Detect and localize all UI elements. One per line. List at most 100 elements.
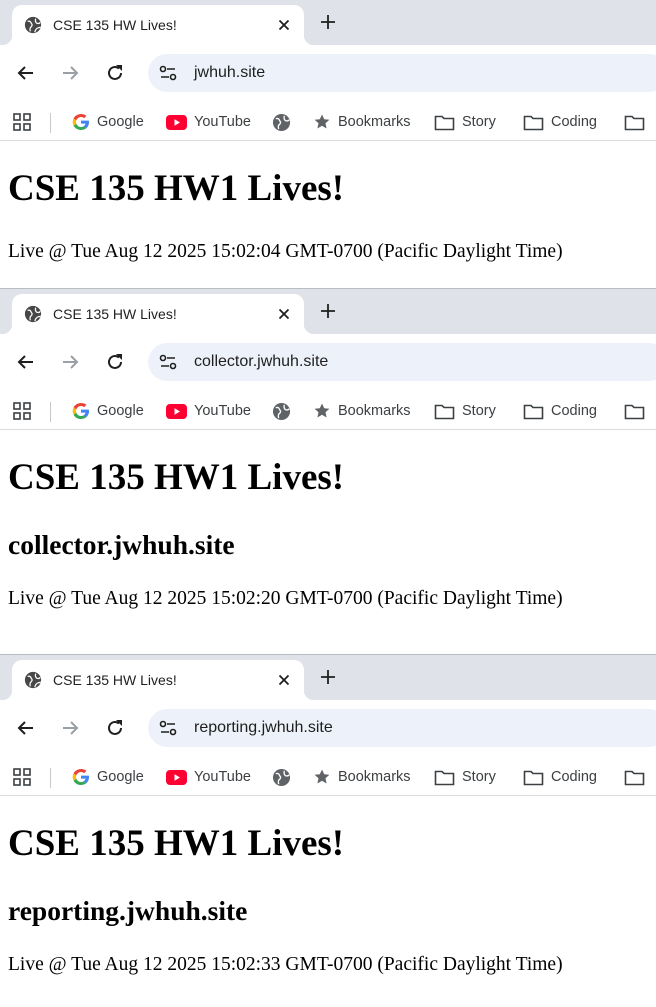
- address-bar[interactable]: jwhuh.site: [148, 54, 656, 92]
- bookmark-bookmarks[interactable]: Bookmarks: [313, 103, 411, 141]
- bookmark-globe[interactable]: [272, 758, 291, 796]
- bookmark-label: Story: [462, 114, 496, 130]
- plus-icon[interactable]: [316, 10, 340, 34]
- tab-active[interactable]: CSE 135 HW Lives!: [2, 660, 314, 700]
- close-icon[interactable]: [274, 15, 294, 35]
- folder-icon: [523, 115, 544, 130]
- globe-icon: [272, 768, 291, 786]
- bookmark-story[interactable]: Story: [434, 758, 496, 796]
- star-icon: [314, 114, 330, 129]
- plus-icon[interactable]: [316, 299, 340, 323]
- apps-grid-icon: [13, 402, 31, 420]
- bookmarks-bar: Google YouTube Bookmarks Story Coding: [0, 392, 656, 430]
- page-subheading: reporting.jwhuh.site: [8, 895, 248, 926]
- folder-icon: [434, 404, 455, 419]
- bookmark-folder-overflow[interactable]: [624, 758, 645, 796]
- bookmark-google[interactable]: Google: [72, 392, 144, 430]
- bookmark-google[interactable]: Google: [72, 103, 144, 141]
- bookmark-coding[interactable]: Coding: [523, 758, 597, 796]
- google-icon: [72, 403, 89, 419]
- bookmark-story[interactable]: Story: [434, 392, 496, 430]
- globe-icon: [272, 113, 291, 131]
- forward-arrow-icon[interactable]: [59, 717, 81, 739]
- bookmark-label: Google: [97, 769, 144, 785]
- apps-grid-icon: [13, 113, 31, 131]
- browser-window-3: CSE 135 HW Lives! reporting.jwhuh.site G…: [0, 654, 656, 1007]
- bookmark-story[interactable]: Story: [434, 103, 496, 141]
- page-subheading: collector.jwhuh.site: [8, 529, 235, 560]
- plus-icon[interactable]: [316, 665, 340, 689]
- bookmark-folder-overflow[interactable]: [624, 103, 645, 141]
- reload-icon[interactable]: [104, 717, 126, 739]
- close-icon[interactable]: [274, 304, 294, 324]
- live-timestamp: Live @ Tue Aug 12 2025 15:02:33 GMT-0700…: [8, 954, 563, 975]
- reload-icon[interactable]: [104, 351, 126, 373]
- browser-window-1: CSE 135 HW Lives! jwhuh.site Google YouT…: [0, 0, 656, 288]
- bookmark-folder-overflow[interactable]: [624, 392, 645, 430]
- youtube-icon: [166, 403, 187, 419]
- folder-icon: [523, 404, 544, 419]
- reload-icon[interactable]: [104, 62, 126, 84]
- bookmark-youtube[interactable]: YouTube: [166, 103, 251, 141]
- bookmarks-separator: [50, 113, 51, 133]
- youtube-icon: [166, 769, 187, 785]
- folder-icon: [434, 115, 455, 130]
- site-info-icon[interactable]: [158, 718, 178, 738]
- bookmark-label: Coding: [551, 114, 597, 130]
- address-bar[interactable]: collector.jwhuh.site: [148, 343, 656, 381]
- bookmark-label: Bookmarks: [338, 403, 411, 419]
- address-bar[interactable]: reporting.jwhuh.site: [148, 709, 656, 747]
- apps-grid-icon: [13, 768, 31, 786]
- page-heading: CSE 135 HW1 Lives!: [8, 457, 345, 498]
- bookmark-bookmarks[interactable]: Bookmarks: [313, 758, 411, 796]
- apps-button[interactable]: [12, 103, 32, 141]
- bookmark-globe[interactable]: [272, 392, 291, 430]
- forward-arrow-icon[interactable]: [59, 62, 81, 84]
- bookmark-globe[interactable]: [272, 103, 291, 141]
- star-icon: [314, 769, 330, 784]
- bookmark-google[interactable]: Google: [72, 758, 144, 796]
- star-icon: [314, 403, 330, 418]
- bookmark-label: YouTube: [194, 769, 251, 785]
- apps-button[interactable]: [12, 392, 32, 430]
- tab-active[interactable]: CSE 135 HW Lives!: [2, 294, 314, 334]
- bookmark-label: Coding: [551, 769, 597, 785]
- bookmark-label: Bookmarks: [338, 114, 411, 130]
- bookmark-youtube[interactable]: YouTube: [166, 392, 251, 430]
- bookmark-youtube[interactable]: YouTube: [166, 758, 251, 796]
- back-arrow-icon[interactable]: [15, 351, 37, 373]
- globe-icon: [272, 402, 291, 420]
- bookmark-coding[interactable]: Coding: [523, 392, 597, 430]
- browser-window-2: CSE 135 HW Lives! collector.jwhuh.site G…: [0, 288, 656, 654]
- forward-arrow-icon[interactable]: [59, 351, 81, 373]
- back-arrow-icon[interactable]: [15, 717, 37, 739]
- site-info-icon[interactable]: [158, 63, 178, 83]
- url-text[interactable]: jwhuh.site: [194, 64, 265, 82]
- toolbar: reporting.jwhuh.site: [0, 700, 656, 758]
- bookmark-coding[interactable]: Coding: [523, 103, 597, 141]
- tab-active[interactable]: CSE 135 HW Lives!: [2, 5, 314, 45]
- bookmark-label: Bookmarks: [338, 769, 411, 785]
- bookmarks-separator: [50, 768, 51, 788]
- tab-title: CSE 135 HW Lives!: [53, 306, 177, 322]
- close-icon[interactable]: [274, 670, 294, 690]
- youtube-icon: [166, 114, 187, 130]
- bookmark-label: YouTube: [194, 114, 251, 130]
- tab-title: CSE 135 HW Lives!: [53, 672, 177, 688]
- apps-button[interactable]: [12, 758, 32, 796]
- site-info-icon[interactable]: [158, 352, 178, 372]
- globe-icon: [24, 671, 42, 689]
- folder-icon: [523, 770, 544, 785]
- bookmark-label: YouTube: [194, 403, 251, 419]
- url-text[interactable]: reporting.jwhuh.site: [194, 719, 333, 737]
- bookmark-label: Story: [462, 403, 496, 419]
- folder-icon: [624, 404, 645, 419]
- url-text[interactable]: collector.jwhuh.site: [194, 353, 328, 371]
- google-icon: [72, 114, 89, 130]
- toolbar: collector.jwhuh.site: [0, 334, 656, 392]
- page-heading: CSE 135 HW1 Lives!: [8, 168, 345, 209]
- bookmark-label: Story: [462, 769, 496, 785]
- tab-title: CSE 135 HW Lives!: [53, 17, 177, 33]
- bookmark-bookmarks[interactable]: Bookmarks: [313, 392, 411, 430]
- back-arrow-icon[interactable]: [15, 62, 37, 84]
